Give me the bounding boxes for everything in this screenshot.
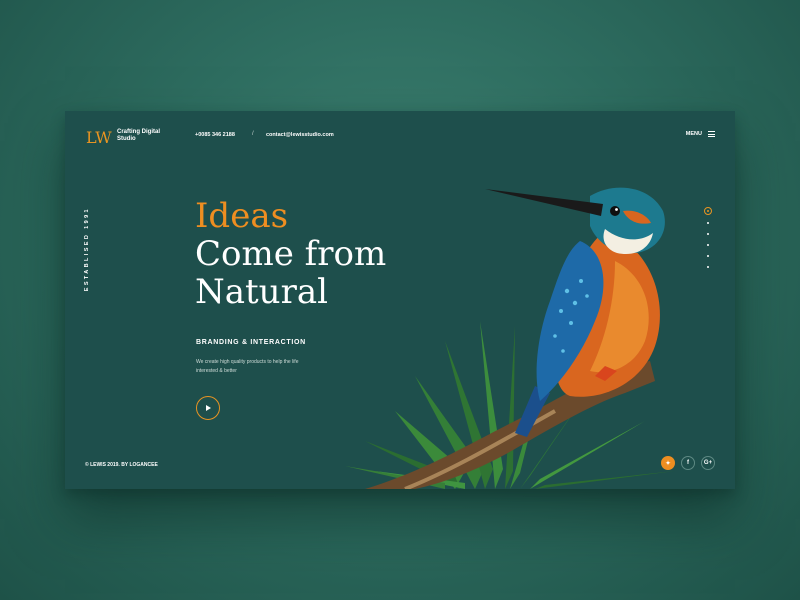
slide-dot[interactable] [707,266,709,268]
hero-description: We create high quality products to help … [196,359,299,374]
slide-dot-active[interactable] [704,207,712,215]
facebook-icon[interactable]: f [681,456,695,470]
menu-label: MENU [685,131,702,138]
hero-window: LW Crafting Digital Studio +0085 346 218… [65,111,735,489]
slide-dot[interactable] [707,255,709,257]
header-phone[interactable]: +0085 346 2188 [195,132,235,138]
bird-beak [485,189,603,216]
google-plus-icon[interactable]: G+ [701,456,715,470]
play-icon [206,405,211,411]
brand-logo[interactable]: LW [86,128,112,147]
slide-pagination [703,207,713,277]
bird-eye [610,206,620,216]
slide-dot[interactable] [707,222,709,224]
kingfisher-illustration [345,187,675,489]
hero-subhead: BRANDING & INTERACTION [196,339,306,346]
hamburger-icon [708,130,715,138]
header-email[interactable]: contact@lewisstudio.com [266,132,334,138]
header-separator: / [252,131,254,137]
menu-button[interactable]: MENU [686,130,715,138]
footer-copyright: © LEWIS 2019. BY LOGANCEE [85,462,158,468]
established-label: ESTABLISED 1991 [84,207,90,292]
play-button[interactable] [196,396,220,420]
brand-tagline: Crafting Digital Studio [117,129,160,142]
slide-dot[interactable] [707,233,709,235]
slide-dot[interactable] [707,244,709,246]
twitter-icon[interactable]: ✦ [661,456,675,470]
social-links: ✦ f G+ [661,456,715,470]
